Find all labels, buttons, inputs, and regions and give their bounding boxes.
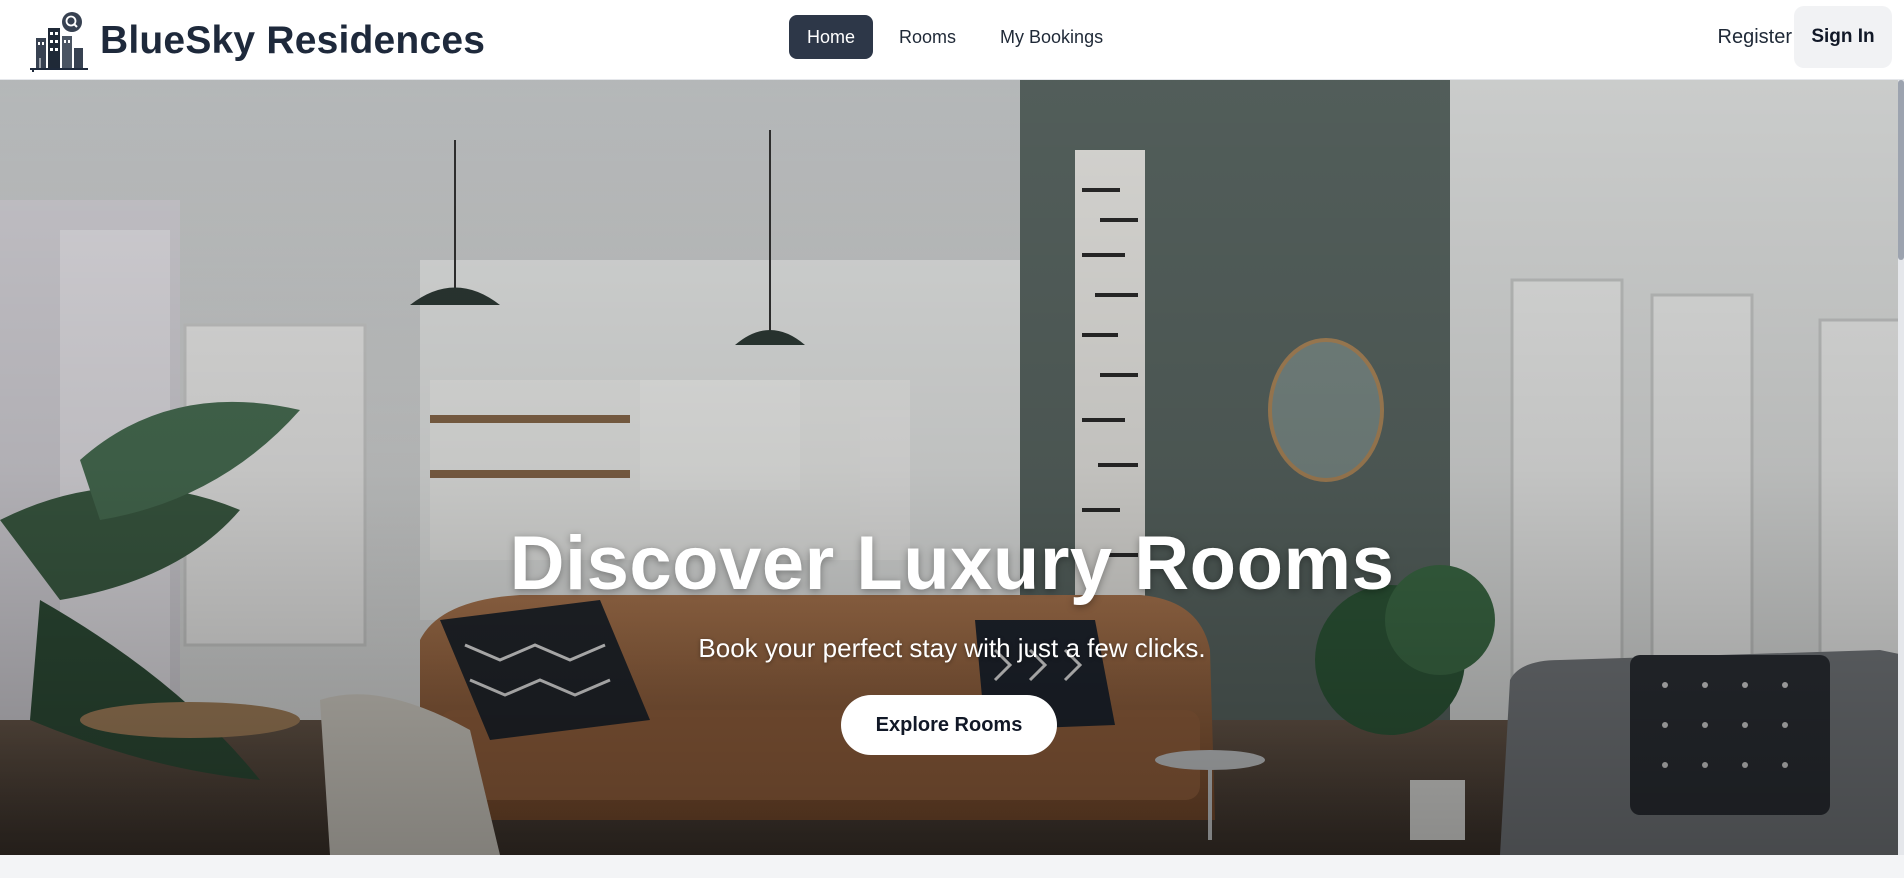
hero-subtitle: Book your perfect stay with just a few c… — [698, 633, 1206, 663]
hero-section: Discover Luxury Rooms Book your perfect … — [0, 80, 1904, 855]
building-search-icon — [30, 12, 88, 72]
nav-home[interactable]: Home — [789, 15, 874, 59]
auth-actions: Register Sign In — [1718, 6, 1892, 68]
nav-my-bookings[interactable]: My Bookings — [982, 15, 1121, 59]
sign-in-button[interactable]: Sign In — [1794, 6, 1892, 68]
page-scrollbar[interactable] — [1898, 80, 1904, 855]
main-nav: Home Rooms My Bookings — [789, 15, 1121, 59]
explore-rooms-button[interactable]: Explore Rooms — [841, 695, 1057, 755]
hero-title: Discover Luxury Rooms — [509, 521, 1395, 606]
nav-rooms[interactable]: Rooms — [881, 15, 974, 59]
top-navbar: BlueSky Residences Home Rooms My Booking… — [0, 0, 1904, 80]
register-link[interactable]: Register — [1718, 26, 1792, 49]
brand[interactable]: BlueSky Residences — [28, 10, 485, 72]
page-bottom-strip — [0, 855, 1904, 878]
scrollbar-thumb[interactable] — [1898, 80, 1904, 260]
brand-name: BlueSky Residences — [100, 19, 486, 62]
